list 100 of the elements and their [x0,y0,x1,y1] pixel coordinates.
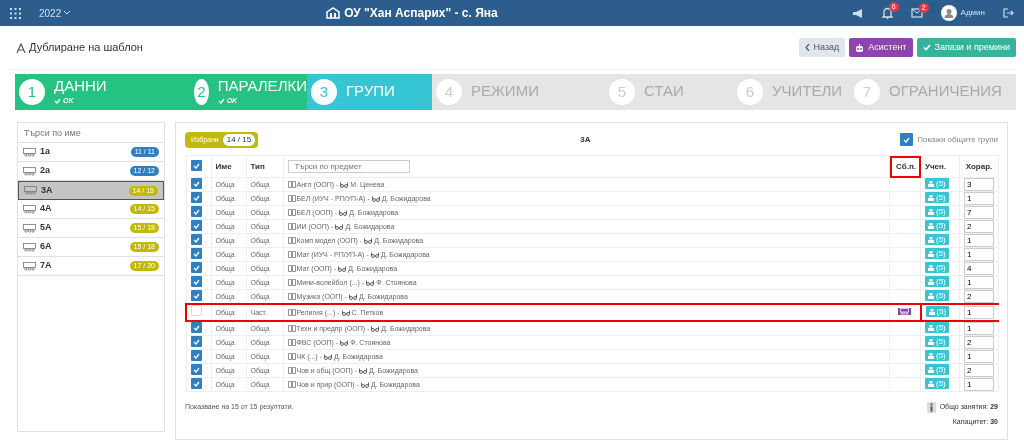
combined-group-button[interactable] [898,307,912,315]
group-icon [23,204,36,214]
row-checkbox[interactable] [190,364,202,376]
info-icon [926,402,936,413]
group-icon [23,223,36,233]
row-checkbox[interactable] [190,378,202,390]
building-icon [326,7,341,19]
teacher-icon [323,353,332,360]
row-checkbox[interactable] [190,262,202,274]
book-icon [287,293,296,301]
student-icon [928,308,935,315]
row-checkbox[interactable] [190,290,202,302]
teacher-icon [339,209,348,216]
row-checkbox[interactable] [190,336,202,348]
step-number: 1 [19,79,45,105]
logout-icon[interactable] [1003,8,1014,18]
group-icon [23,261,36,271]
book-icon [287,181,296,189]
hours-field[interactable]: 1 [964,248,994,261]
select-all-checkbox[interactable] [190,160,202,172]
class-name: 1а [40,145,50,159]
class-name: 5А [40,221,52,235]
check-icon [217,97,225,104]
teacher-icon [348,293,357,300]
group-icon [23,242,36,252]
book-icon [287,339,296,347]
row-checkbox[interactable] [190,234,202,246]
user-name[interactable]: Админ [960,7,985,19]
teacher-icon [341,309,350,316]
teacher-icon [370,251,379,258]
class-name: 2а [40,164,50,178]
group-icon [900,307,910,315]
hours-field[interactable]: 1 [964,378,994,391]
class-name: 4А [40,202,52,216]
row-checkbox[interactable] [190,220,202,232]
step-label: ДАННИ [54,77,107,94]
teacher-icon [366,279,375,286]
row-checkbox[interactable] [190,192,202,204]
hours-field[interactable]: 1 [964,192,994,205]
year-selector[interactable]: 2022 [39,5,62,21]
student-icon [928,250,934,257]
column-header: Име [215,161,232,171]
bell-icon[interactable] [881,7,893,19]
hours-field[interactable]: 3 [964,178,994,191]
hours-field[interactable]: 2 [964,220,994,233]
hours-field[interactable]: 2 [964,290,994,303]
book-icon [287,223,296,231]
assistant-button[interactable]: Асистент [849,37,913,58]
student-icon [928,366,934,373]
hours-field[interactable]: 2 [964,336,994,349]
step-number: 2 [194,79,209,105]
class-name: 3А [41,183,53,197]
column-header: Учен. [925,161,947,171]
avatar-icon[interactable] [940,5,957,21]
teacher-icon [371,325,380,332]
row-checkbox[interactable] [190,276,202,288]
school-name: ОУ "Хан Аспарих" - с. Яна [344,5,498,22]
row-checkbox[interactable] [190,322,202,334]
step-number: 3 [311,79,337,105]
hours-field[interactable]: 2 [964,364,994,377]
hours-field[interactable]: 1 [964,350,994,363]
student-icon [928,236,934,243]
student-icon [928,194,934,201]
group-icon [24,186,37,195]
megaphone-icon[interactable] [851,7,864,19]
teacher-icon [359,367,368,374]
teacher-icon [340,181,349,188]
row-checkbox[interactable] [191,305,202,316]
group-icon [23,166,36,176]
step-label: ПАРАЛЕЛКИ [217,77,307,94]
subject-search-field[interactable]: Търси по предмет [287,160,410,173]
envelope-icon[interactable] [910,8,923,18]
group-icon [23,147,36,157]
chevron-left-icon [804,44,810,51]
row-checkbox[interactable] [190,248,202,260]
row-checkbox[interactable] [190,350,202,362]
hours-field[interactable]: 7 [964,206,994,219]
book-icon [287,251,296,259]
back-button[interactable]: Назад [798,37,846,58]
row-checkbox[interactable] [190,206,202,218]
hours-field[interactable]: 1 [964,234,994,247]
hours-field[interactable]: 4 [964,262,994,275]
book-icon [287,353,296,361]
student-icon [928,380,934,387]
book-icon [287,309,296,317]
show-common-groups-label[interactable]: Покажи общите групи [917,134,998,146]
row-checkbox[interactable] [190,178,202,190]
check-icon [192,162,200,169]
student-icon [928,352,934,359]
student-icon [928,222,934,229]
check-icon [54,97,61,104]
teacher-icon [360,381,369,388]
hours-field[interactable]: 1 [964,322,994,335]
step-label: РЕЖИМИ [471,82,539,100]
step-label: УЧИТЕЛИ [772,82,843,100]
hours-field[interactable]: 1 [964,276,994,289]
hours-field[interactable]: 1 [964,306,994,319]
checkbox[interactable] [900,133,914,146]
column-header: Хорар. [965,161,993,171]
apps-grid-icon[interactable] [10,7,21,19]
